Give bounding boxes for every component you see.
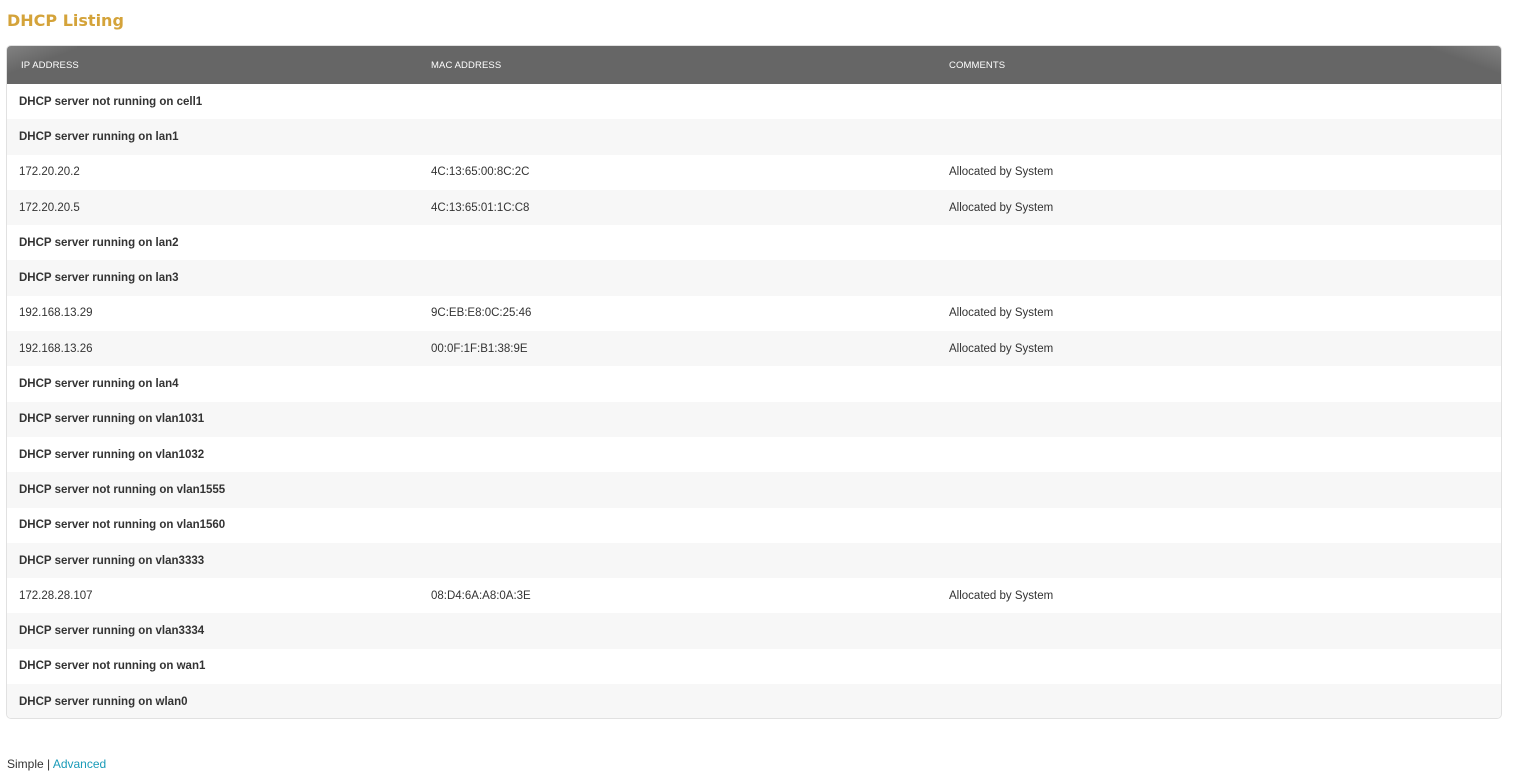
ip-address-cell: 172.28.28.107 [19,589,93,602]
comment-cell: Allocated by System [949,201,1054,214]
page: DHCP Listing IP ADDRESS MAC ADDRESS COMM… [0,0,1513,775]
dhcp-server-group-row: DHCP server running on lan1 [7,119,1501,155]
dhcp-server-status: DHCP server running on wlan0 [19,695,188,708]
dhcp-table: IP ADDRESS MAC ADDRESS COMMENTS DHCP ser… [6,45,1502,719]
dhcp-lease-row: 172.20.20.5 4C:13:65:01:1C:C8 Allocated by… [7,189,1501,226]
dhcp-server-status: DHCP server not running on vlan1555 [19,483,226,496]
table-header: IP ADDRESS MAC ADDRESS COMMENTS [7,46,1501,84]
advanced-view-link[interactable]: Advanced [53,757,106,771]
column-header-mac: MAC ADDRESS [431,59,502,71]
column-header-ip: IP ADDRESS [21,59,79,71]
mac-address-cell: 4C:13:65:01:1C:C8 [431,201,530,214]
mac-address-cell: 00:0F:1F:B1:38:9E [431,342,528,355]
dhcp-lease-row: 172.28.28.107 08:D4:6A:A8:0A:3E Allocated … [7,578,1501,614]
mac-address-cell: 4C:13:65:00:8C:2C [431,166,530,179]
dhcp-server-group-row: DHCP server running on vlan1031 [7,401,1501,437]
dhcp-server-status: DHCP server running on lan4 [19,378,179,391]
column-header-comments: COMMENTS [949,59,1006,71]
dhcp-server-group-row: DHCP server running on vlan3334 [7,613,1501,649]
dhcp-server-status: DHCP server running on lan3 [19,272,179,285]
table-body: DHCP server not running on cell1 DHCP ser… [7,84,1501,718]
comment-cell: Allocated by System [949,166,1054,179]
dhcp-server-status: DHCP server not running on wan1 [19,660,206,673]
page-title: DHCP Listing [7,11,124,30]
ip-address-cell: 192.168.13.29 [19,307,93,320]
dhcp-server-status: DHCP server not running on cell1 [19,95,203,108]
dhcp-server-status: DHCP server running on lan2 [19,236,179,249]
ip-address-cell: 172.20.20.5 [19,201,80,214]
dhcp-server-status: DHCP server running on vlan1031 [19,413,205,426]
dhcp-server-status: DHCP server running on lan1 [19,130,179,143]
comment-cell: Allocated by System [949,589,1054,602]
comment-cell: Allocated by System [949,307,1054,320]
dhcp-server-group-row: DHCP server running on lan3 [7,260,1501,296]
dhcp-server-group-row: DHCP server not running on wan1 [7,648,1501,685]
dhcp-server-group-row: DHCP server running on vlan3333 [7,542,1501,579]
simple-view-label: Simple [7,757,44,771]
dhcp-server-group-row: DHCP server not running on cell1 [7,84,1501,120]
dhcp-lease-row: 192.168.13.29 9C:EB:E8:0C:25:46 Allocated … [7,295,1501,332]
dhcp-server-status: DHCP server running on vlan1032 [19,448,205,461]
comment-cell: Allocated by System [949,342,1054,355]
ip-address-cell: 172.20.20.2 [19,166,80,179]
dhcp-server-group-row: DHCP server running on lan2 [7,225,1501,261]
dhcp-lease-row: 172.20.20.2 4C:13:65:00:8C:2C Allocated by… [7,154,1501,190]
mac-address-cell: 9C:EB:E8:0C:25:46 [431,307,532,320]
dhcp-server-status: DHCP server not running on vlan1560 [19,519,226,532]
dhcp-lease-row: 192.168.13.26 00:0F:1F:B1:38:9E Allocated … [7,331,1501,367]
ip-address-cell: 192.168.13.26 [19,342,93,355]
dhcp-server-status: DHCP server running on vlan3334 [19,625,205,638]
dhcp-server-group-row: DHCP server not running on vlan1560 [7,507,1501,543]
dhcp-server-group-row: DHCP server running on lan4 [7,366,1501,402]
dhcp-server-group-row: DHCP server not running on vlan1555 [7,472,1501,508]
view-mode-switcher: Simple | Advanced [7,756,106,772]
view-separator: | [47,757,51,771]
dhcp-server-status: DHCP server running on vlan3333 [19,554,205,567]
dhcp-server-group-row: DHCP server running on vlan1032 [7,436,1501,473]
mac-address-cell: 08:D4:6A:A8:0A:3E [431,589,531,602]
dhcp-server-group-row: DHCP server running on wlan0 [7,684,1501,718]
